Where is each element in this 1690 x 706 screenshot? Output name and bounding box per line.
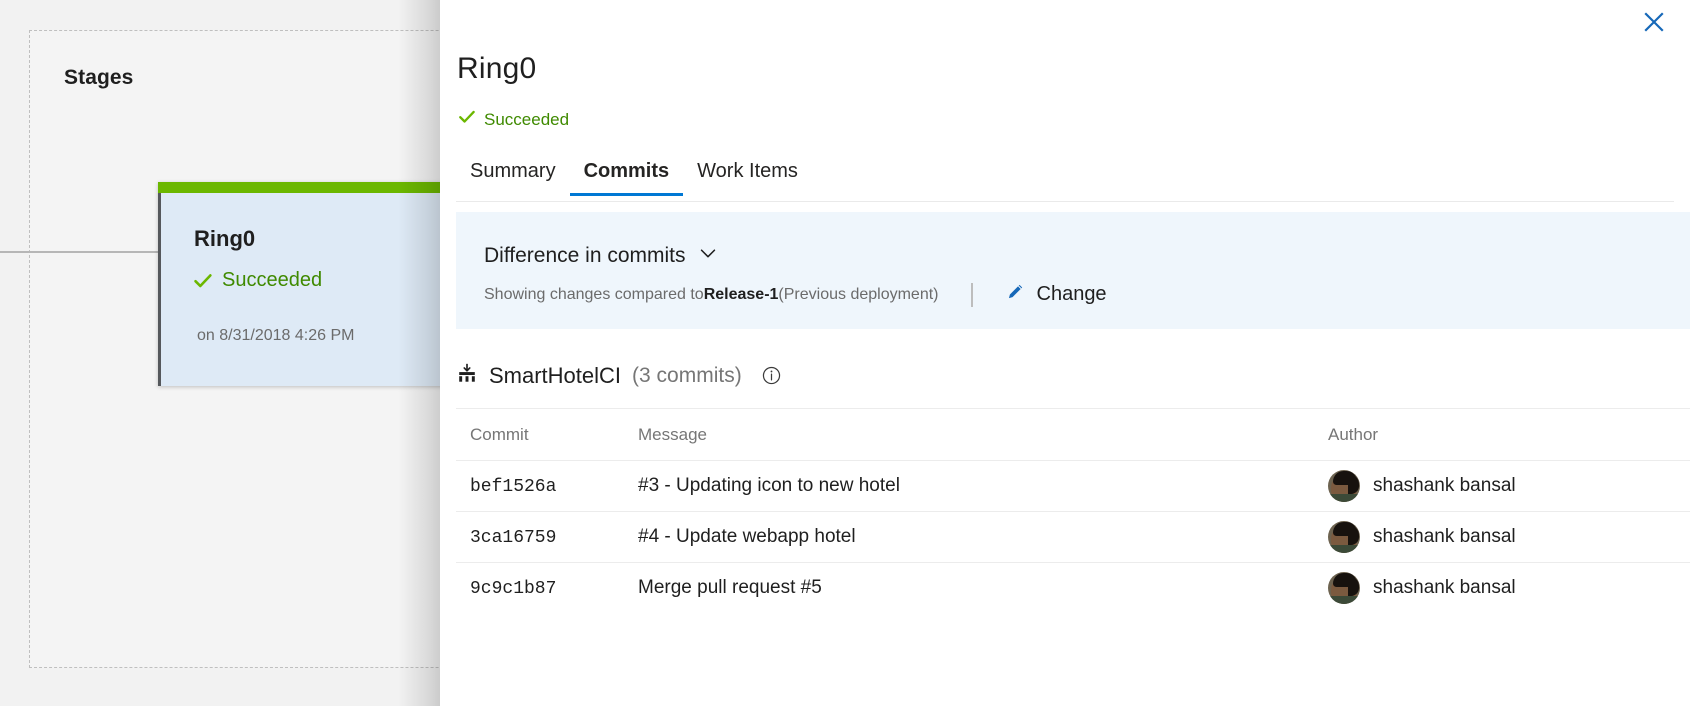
column-header-commit: Commit bbox=[456, 408, 624, 461]
author-cell: shashank bansal bbox=[1328, 572, 1690, 605]
stage-card-title: Ring0 bbox=[194, 226, 256, 251]
repo-header: SmartHotelCI (3 commits) bbox=[456, 362, 782, 389]
avatar bbox=[1328, 521, 1360, 553]
stage-card-timestamp: on 8/31/2018 4:26 PM bbox=[197, 327, 355, 344]
pipeline-canvas: Stages Ring0 Succeeded on 8/31/2018 4:26… bbox=[0, 0, 448, 706]
difference-in-commits-description: Showing changes compared to Release-1 (P… bbox=[484, 281, 1690, 308]
change-button[interactable]: Change bbox=[1005, 281, 1107, 308]
close-icon bbox=[1642, 10, 1666, 39]
tab-commits[interactable]: Commits bbox=[569, 160, 684, 196]
tab-bar: Summary Commits Work Items bbox=[456, 160, 1674, 202]
author-name: shashank bansal bbox=[1373, 577, 1516, 599]
table-header-row: Commit Message Author bbox=[456, 408, 1690, 461]
app-root: Stages Ring0 Succeeded on 8/31/2018 4:26… bbox=[0, 0, 1690, 706]
commit-message[interactable]: #4 - Update webapp hotel bbox=[638, 526, 856, 547]
close-button[interactable] bbox=[1634, 4, 1674, 44]
commit-id-link[interactable]: 3ca16759 bbox=[470, 528, 556, 548]
author-name: shashank bansal bbox=[1373, 526, 1516, 547]
stage-card-status-label: Succeeded bbox=[222, 269, 323, 291]
status-badge: Succeeded bbox=[458, 108, 569, 131]
difference-in-commits-banner: Difference in commits Showing changes co… bbox=[456, 212, 1690, 329]
table-row[interactable]: 9c9c1b87 Merge pull request #5 shashank … bbox=[456, 562, 1690, 614]
avatar bbox=[1328, 470, 1360, 502]
stage-connector-line bbox=[0, 251, 172, 253]
table-row[interactable]: bef1526a #3 - Updating icon to new hotel… bbox=[456, 460, 1690, 512]
change-label: Change bbox=[1036, 283, 1107, 305]
status-label: Succeeded bbox=[484, 109, 570, 129]
commit-id-link[interactable]: bef1526a bbox=[470, 477, 556, 497]
compare-release: Release-1 bbox=[703, 285, 779, 303]
column-header-author: Author bbox=[1314, 408, 1690, 461]
column-header-message: Message bbox=[624, 408, 1314, 461]
stages-heading: Stages bbox=[64, 66, 134, 89]
commits-table: Commit Message Author bef1526a #3 - Upda… bbox=[456, 408, 1690, 614]
repo-commit-count: (3 commits) bbox=[632, 363, 742, 387]
commit-message[interactable]: Merge pull request #5 bbox=[638, 577, 822, 598]
stage-card-status-bar bbox=[158, 182, 448, 193]
compare-suffix: (Previous deployment) bbox=[778, 285, 939, 303]
table-row[interactable]: 3ca16759 #4 - Update webapp hotel shasha… bbox=[456, 511, 1690, 563]
avatar bbox=[1328, 572, 1360, 605]
build-artifact-icon bbox=[456, 362, 478, 389]
author-name: shashank bansal bbox=[1373, 475, 1516, 496]
difference-in-commits-label: Difference in commits bbox=[484, 244, 686, 267]
check-icon bbox=[458, 108, 476, 131]
divider bbox=[970, 282, 973, 307]
author-cell: shashank bansal bbox=[1328, 470, 1690, 502]
stage-card-status: Succeeded bbox=[193, 269, 322, 292]
commit-message[interactable]: #3 - Updating icon to new hotel bbox=[638, 475, 900, 496]
commit-id-link[interactable]: 9c9c1b87 bbox=[470, 579, 556, 599]
repo-name[interactable]: SmartHotelCI bbox=[489, 363, 621, 389]
stage-card-ring0[interactable]: Ring0 Succeeded on 8/31/2018 4:26 PM bbox=[158, 182, 448, 386]
check-icon bbox=[193, 271, 213, 291]
author-cell: shashank bansal bbox=[1328, 521, 1690, 553]
pencil-icon bbox=[1005, 281, 1026, 308]
info-icon[interactable] bbox=[761, 365, 782, 386]
page-title: Ring0 bbox=[457, 52, 537, 85]
chevron-down-icon bbox=[697, 242, 719, 270]
tab-work-items[interactable]: Work Items bbox=[683, 160, 812, 196]
difference-in-commits-toggle[interactable]: Difference in commits bbox=[484, 242, 1690, 270]
compare-prefix: Showing changes compared to bbox=[484, 285, 704, 303]
tab-summary[interactable]: Summary bbox=[456, 160, 570, 196]
stage-details-flyout: Ring0 Succeeded Summary Commits Work Ite… bbox=[440, 0, 1690, 706]
